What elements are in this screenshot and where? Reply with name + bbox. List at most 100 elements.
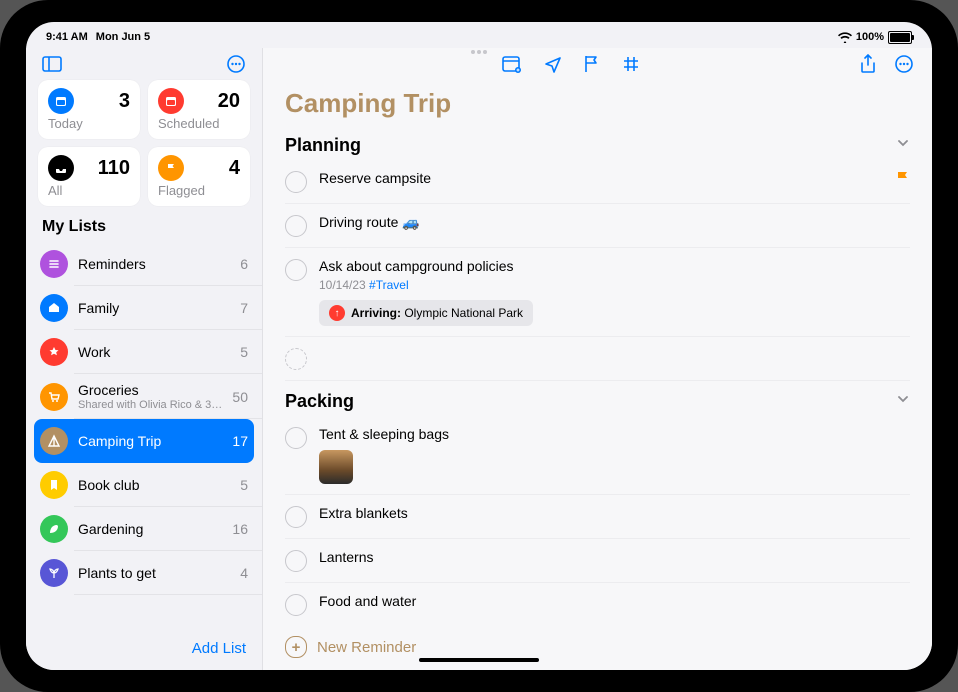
list-subtitle: Shared with Olivia Rico & 3… <box>78 399 222 411</box>
leaf-icon <box>40 515 68 543</box>
pin-icon: ↑ <box>329 305 345 321</box>
calendar-icon <box>48 88 74 114</box>
complete-circle[interactable] <box>285 259 307 281</box>
reminder-row[interactable]: Ask about campground policies 10/14/23 #T… <box>285 248 910 337</box>
smart-label: Today <box>48 116 130 131</box>
toolbar-location-button[interactable] <box>544 55 562 73</box>
list-row-reminders[interactable]: Reminders 6 <box>26 242 262 286</box>
complete-circle[interactable] <box>285 348 307 370</box>
list-name: Reminders <box>78 256 230 272</box>
reminder-row[interactable]: Tent & sleeping bags <box>285 416 910 495</box>
smart-list-all[interactable]: 110 All <box>38 147 140 206</box>
my-lists-header: My Lists <box>26 216 262 242</box>
list-name: Groceries <box>78 382 222 398</box>
tent-icon <box>40 427 68 455</box>
reminder-meta: 10/14/23 #Travel <box>319 278 910 292</box>
sidebar-more-button[interactable] <box>226 54 246 74</box>
location-pill[interactable]: ↑Arriving: Olympic National Park <box>319 300 533 326</box>
wifi-icon <box>838 32 852 43</box>
status-date: Mon Jun 5 <box>96 31 150 43</box>
list-name: Plants to get <box>78 565 230 581</box>
list-name: Book club <box>78 477 230 493</box>
flag-icon <box>896 170 910 186</box>
sidebar: 3 Today 20 Scheduled 110 All 4 Flagged My Lists… <box>26 48 263 670</box>
status-bar: 9:41 AM Mon Jun 5 100% <box>26 22 932 48</box>
attachment-thumbnail[interactable] <box>319 450 353 484</box>
list-row-book-club[interactable]: Book club 5 <box>26 463 262 507</box>
list-row-camping-trip[interactable]: Camping Trip17 <box>34 419 254 463</box>
complete-circle[interactable] <box>285 171 307 193</box>
new-reminder-label: New Reminder <box>317 639 416 656</box>
smart-label: Scheduled <box>158 116 240 131</box>
main-more-button[interactable] <box>894 54 914 74</box>
list-icon <box>40 250 68 278</box>
smart-count: 4 <box>229 157 240 180</box>
list-title: Camping Trip <box>263 74 932 125</box>
list-count: 5 <box>240 344 248 360</box>
smart-count: 3 <box>119 90 130 113</box>
plus-icon: + <box>285 636 307 658</box>
smart-label: Flagged <box>158 183 240 198</box>
cart-icon <box>40 383 68 411</box>
list-row-groceries[interactable]: GroceriesShared with Olivia Rico & 3… 50 <box>26 374 262 419</box>
reminder-row[interactable]: Driving route 🚙 <box>285 204 910 248</box>
reminder-title: Lanterns <box>319 549 910 565</box>
reminder-row[interactable]: Lanterns <box>285 539 910 583</box>
multitask-grabber[interactable] <box>459 50 499 55</box>
calendar-icon <box>158 88 184 114</box>
reminder-row[interactable]: Reserve campsite <box>285 160 910 204</box>
toolbar-flag-button[interactable] <box>584 55 600 73</box>
list-row-gardening[interactable]: Gardening16 <box>26 507 262 551</box>
reminder-row[interactable] <box>285 337 910 381</box>
tray-icon <box>48 155 74 181</box>
smart-list-flagged[interactable]: 4 Flagged <box>148 147 250 206</box>
reminder-row[interactable]: Extra blankets <box>285 495 910 539</box>
smart-list-today[interactable]: 3 Today <box>38 80 140 139</box>
section-header[interactable]: Planning <box>285 125 361 160</box>
add-list-button[interactable]: Add List <box>192 640 246 657</box>
share-button[interactable] <box>860 54 876 74</box>
list-name: Work <box>78 344 230 360</box>
list-count: 17 <box>232 433 248 449</box>
home-indicator[interactable] <box>419 658 539 662</box>
smart-list-scheduled[interactable]: 20 Scheduled <box>148 80 250 139</box>
list-count: 4 <box>240 565 248 581</box>
reminder-title: Extra blankets <box>319 505 910 521</box>
smart-count: 110 <box>98 157 130 180</box>
list-count: 7 <box>240 300 248 316</box>
status-battery-pct: 100% <box>856 31 884 43</box>
toolbar-calendar-button[interactable] <box>502 55 522 73</box>
reminder-row[interactable]: Food and water <box>285 583 910 624</box>
sidebar-toggle-button[interactable] <box>42 54 62 74</box>
reminder-title: Reserve campsite <box>319 170 910 186</box>
toolbar-tag-button[interactable] <box>622 55 640 73</box>
status-time: 9:41 AM <box>46 31 88 43</box>
list-row-family[interactable]: Family 7 <box>26 286 262 330</box>
smart-count: 20 <box>218 90 240 113</box>
list-count: 16 <box>232 521 248 537</box>
flag-icon <box>158 155 184 181</box>
list-count: 50 <box>232 389 248 405</box>
reminder-title: Tent & sleeping bags <box>319 426 910 442</box>
list-count: 5 <box>240 477 248 493</box>
reminder-title: Driving route 🚙 <box>319 214 910 231</box>
chevron-down-icon[interactable] <box>896 136 910 150</box>
star-icon <box>40 338 68 366</box>
complete-circle[interactable] <box>285 594 307 616</box>
section-header[interactable]: Packing <box>285 381 354 416</box>
list-count: 6 <box>240 256 248 272</box>
main-pane: Camping Trip Planning Reserve campsite Dri… <box>263 48 932 670</box>
list-name: Family <box>78 300 230 316</box>
new-reminder-button[interactable]: + New Reminder <box>263 624 932 670</box>
complete-circle[interactable] <box>285 506 307 528</box>
list-row-plants-to-get[interactable]: Plants to get 4 <box>26 551 262 595</box>
battery-icon <box>888 31 912 44</box>
reminder-title: Ask about campground policies <box>319 258 910 274</box>
complete-circle[interactable] <box>285 215 307 237</box>
chevron-down-icon[interactable] <box>896 392 910 406</box>
complete-circle[interactable] <box>285 427 307 449</box>
bookmark-icon <box>40 471 68 499</box>
smart-label: All <box>48 183 130 198</box>
list-row-work[interactable]: Work 5 <box>26 330 262 374</box>
complete-circle[interactable] <box>285 550 307 572</box>
